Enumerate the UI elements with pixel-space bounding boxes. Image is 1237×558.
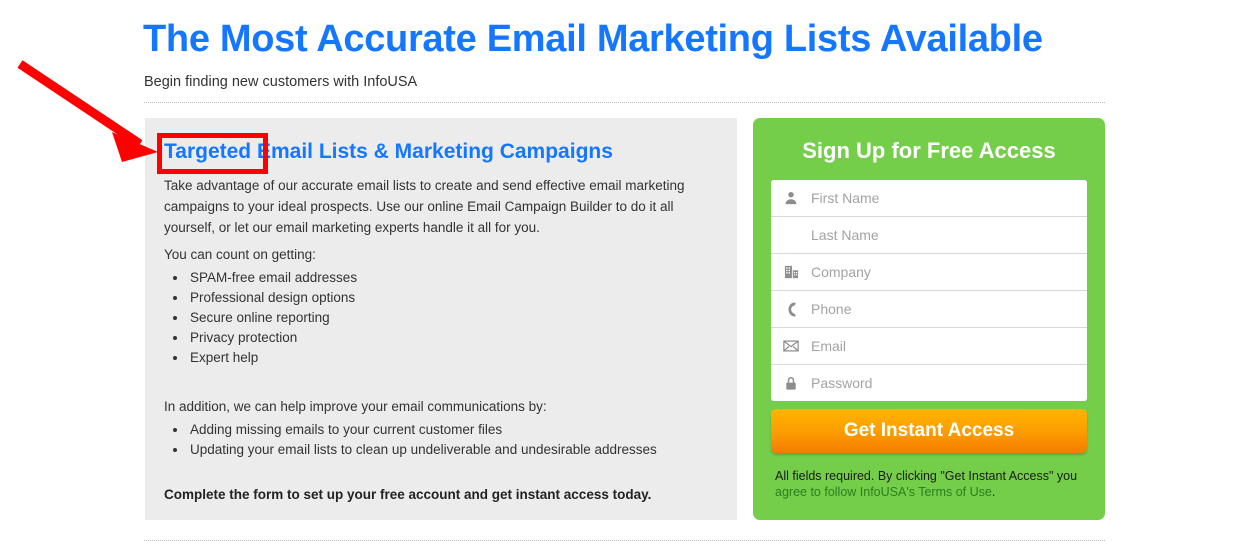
lock-icon [771,376,811,391]
user-icon [771,191,811,205]
improvements-lead-in: In addition, we can help improve your em… [164,399,547,414]
company-placeholder: Company [811,264,871,280]
first-name-field[interactable]: First Name [771,180,1087,217]
signup-fineprint: All fields required. By clicking "Get In… [775,468,1087,500]
info-paragraph: Take advantage of our accurate email lis… [164,178,685,235]
email-placeholder: Email [811,338,847,354]
list-item: Professional design options [188,288,357,308]
info-title-rest: Email Lists & Marketing Campaigns [251,140,613,163]
last-name-field[interactable]: Last Name [771,217,1087,254]
first-name-placeholder: First Name [811,190,880,206]
benefits-list: SPAM-free email addresses Professional d… [164,268,357,368]
envelope-icon [771,340,811,352]
last-name-placeholder: Last Name [811,227,879,243]
password-field[interactable]: Password [771,365,1087,401]
company-field[interactable]: Company [771,254,1087,291]
fineprint-text-before: All fields required. By clicking "Get In… [775,469,1078,483]
get-instant-access-button[interactable]: Get Instant Access [771,409,1087,453]
list-item: SPAM-free email addresses [188,268,357,288]
info-title-highlight: Targeted [164,140,252,163]
list-item: Updating your email lists to clean up un… [188,440,657,460]
divider-top [144,102,1105,103]
info-panel-closing-text: Complete the form to set up your free ac… [164,487,652,502]
divider-bottom [144,540,1105,541]
email-field[interactable]: Email [771,328,1087,365]
info-panel: Targeted Email Lists & Marketing Campaig… [145,118,737,520]
terms-of-use-link[interactable]: agree to follow InfoUSA's Terms of Use [775,485,992,499]
signup-panel-title: Sign Up for Free Access [802,138,1056,163]
phone-placeholder: Phone [811,301,852,317]
page-subheadline: Begin finding new customers with InfoUSA [144,74,418,90]
list-item: Privacy protection [188,328,357,348]
page-headline: The Most Accurate Email Marketing Lists … [143,18,1043,60]
landing-page: The Most Accurate Email Marketing Lists … [0,0,1237,558]
phone-field[interactable]: Phone [771,291,1087,328]
list-item: Expert help [188,348,357,368]
signup-form: First Name Last Name Company Phone Email… [771,180,1087,401]
list-item: Adding missing emails to your current cu… [188,420,657,440]
fineprint-text-after: . [991,485,996,499]
list-item: Secure online reporting [188,308,357,328]
benefits-lead-in: You can count on getting: [164,247,316,262]
signup-panel: Sign Up for Free Access First Name Last … [753,118,1105,520]
info-panel-title: Targeted Email Lists & Marketing Campaig… [164,140,613,164]
password-placeholder: Password [811,375,873,391]
phone-icon [771,302,811,317]
improvements-list: Adding missing emails to your current cu… [164,420,657,460]
building-icon [771,265,811,279]
